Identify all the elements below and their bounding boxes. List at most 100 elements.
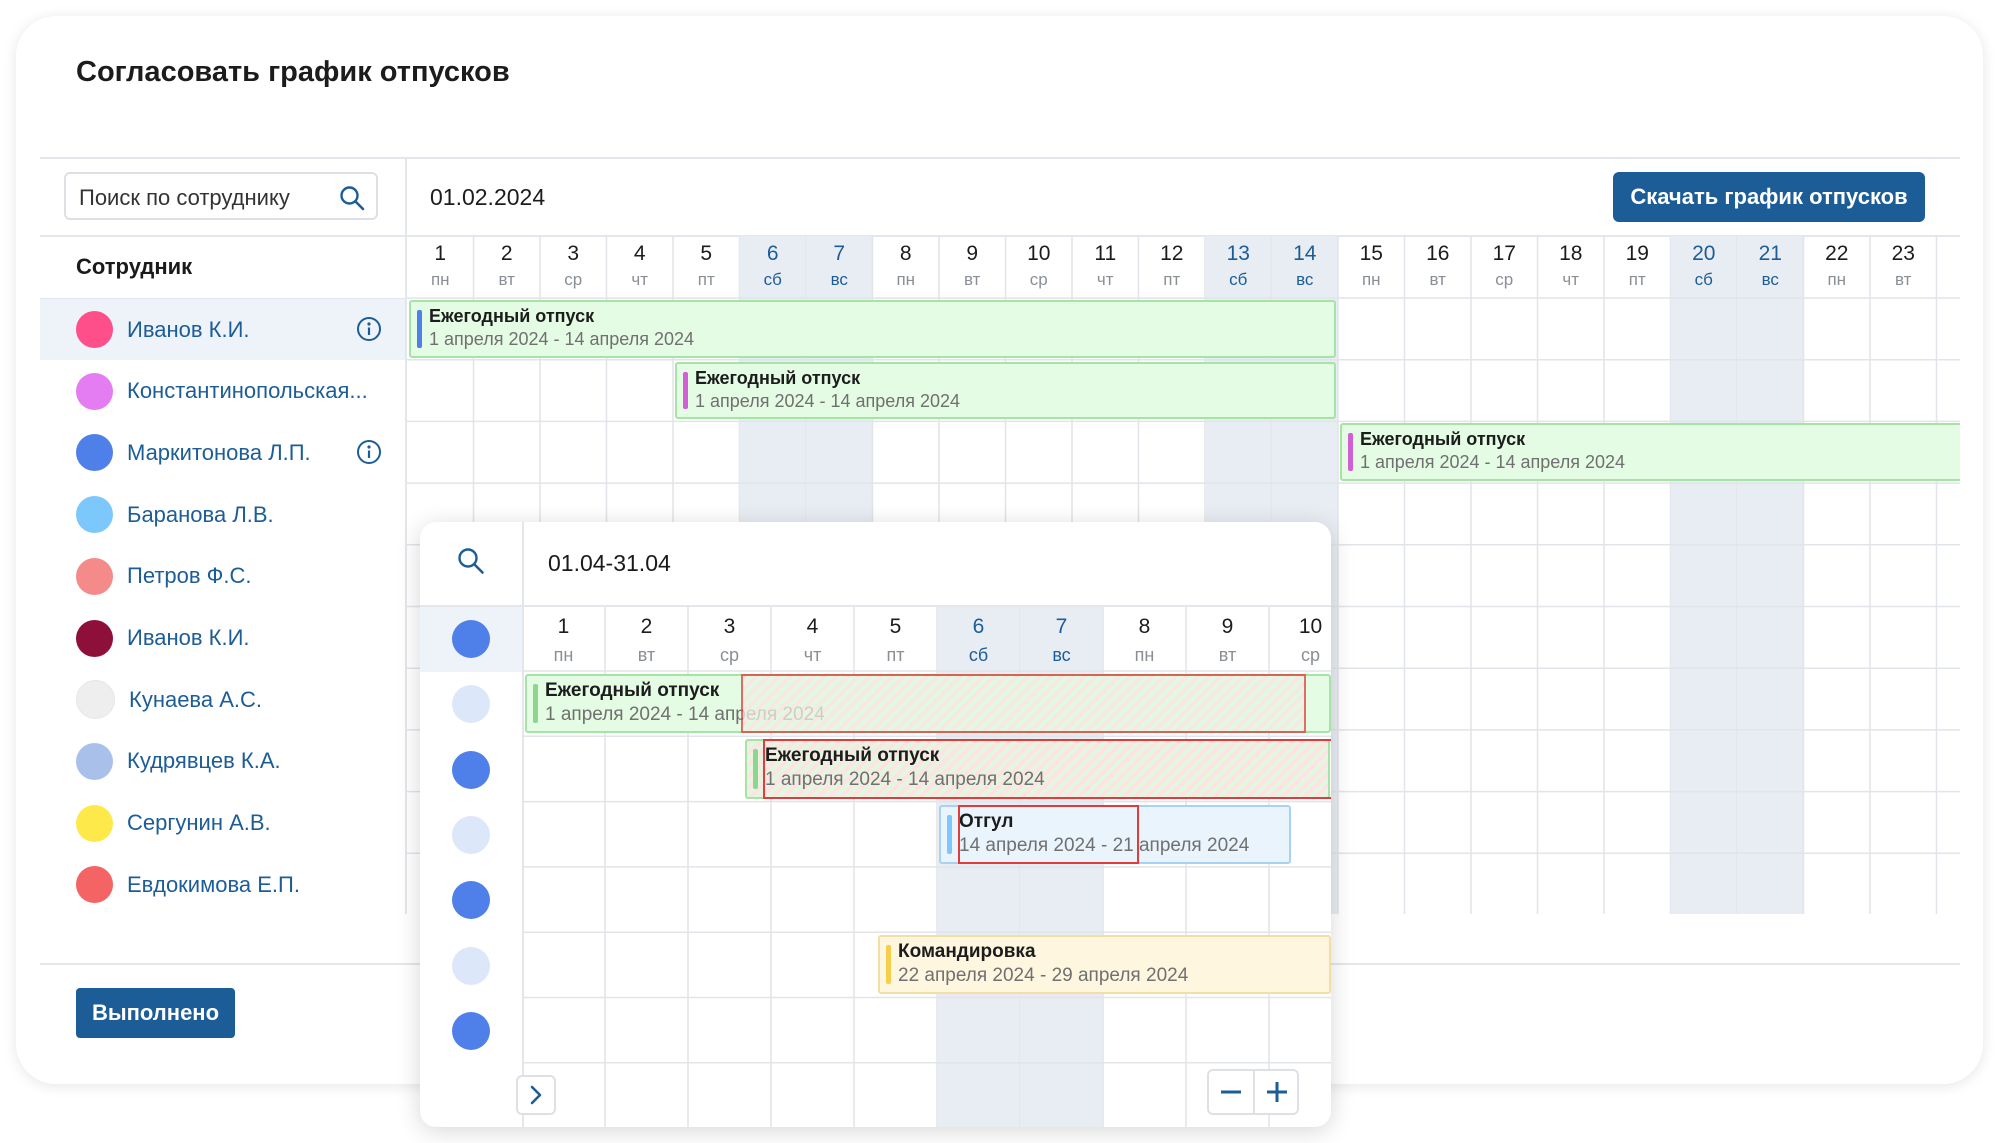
day-header: 16 вт <box>1405 236 1472 296</box>
day-number: 17 <box>1492 242 1516 265</box>
weekday-label: чт <box>1096 270 1114 289</box>
day-header: 3 ср <box>688 607 771 671</box>
day-header: 2 вт <box>605 607 688 671</box>
popup-grid: 1 пн 2 вт 3 ср 4 чт 5 пт 6 сб 7 вс 8 пн 9 вт 10 ср Ежегодный… <box>522 607 1331 1127</box>
employee-row[interactable]: Петров Ф.С. <box>40 546 405 607</box>
weekday-label: вт <box>1895 270 1912 289</box>
popup-avatar[interactable] <box>452 685 490 724</box>
event-accent <box>753 749 758 789</box>
day-number: 19 <box>1625 242 1649 265</box>
employee-row[interactable]: Иванов К.И. <box>40 299 405 360</box>
day-header: 20 сб <box>1671 236 1738 296</box>
day-header: 15 пн <box>1338 236 1405 296</box>
employee-name[interactable]: Сергунин А.В. <box>127 810 271 836</box>
weekday-label: вс <box>1761 270 1779 289</box>
employee-name[interactable]: Константинопольская... <box>127 378 368 404</box>
search-icon[interactable] <box>338 184 366 217</box>
business-trip-bar[interactable]: Командировка 22 апреля 2024 - 29 апреля 2… <box>878 935 1331 995</box>
info-icon[interactable] <box>356 439 382 470</box>
employee-color-dot <box>76 496 113 534</box>
day-number: 21 <box>1758 242 1782 265</box>
day-header: 18 чт <box>1538 236 1605 296</box>
minus-icon <box>1221 1090 1241 1094</box>
employee-row[interactable]: Баранова Л.В. <box>40 484 405 545</box>
download-schedule-button[interactable]: Скачать график отпусков <box>1613 172 1925 222</box>
day-header: 23 вт <box>1870 236 1937 296</box>
zoom-in-button[interactable] <box>1255 1071 1299 1113</box>
employee-search[interactable]: Поиск по сотруднику <box>64 172 378 220</box>
weekday-label: пн <box>1134 645 1155 665</box>
popup-date-range: 01.04-31.04 <box>548 550 671 576</box>
event-title: Ежегодный отпуск <box>695 367 861 388</box>
employee-row[interactable]: Маркитонова Л.П. <box>40 422 405 483</box>
employee-row[interactable]: Иванов К.И. <box>40 608 405 669</box>
employee-row[interactable]: Сергунин А.В. <box>40 793 405 854</box>
weekday-label: пт <box>697 270 715 289</box>
popup-avatar[interactable] <box>452 815 490 854</box>
popup-avatar[interactable] <box>452 1011 490 1050</box>
info-icon[interactable] <box>356 316 382 347</box>
day-header: 8 пн <box>1103 607 1186 671</box>
popup-avatar[interactable] <box>452 946 490 985</box>
weekday-label: пн <box>1361 270 1381 289</box>
popup-avatar[interactable] <box>452 750 490 789</box>
event-dates: 1 апреля 2024 - 14 апреля 2024 <box>695 390 960 411</box>
employee-row[interactable]: Константинопольская... <box>40 361 405 422</box>
weekday-label: вс <box>1052 645 1071 665</box>
day-number: 1 <box>434 242 447 265</box>
zoom-out-button[interactable] <box>1209 1071 1253 1113</box>
day-header: 10 ср <box>1269 607 1331 671</box>
day-header: 12 пт <box>1139 236 1206 296</box>
day-header: 22 пн <box>1804 236 1871 296</box>
weekday-label: ср <box>1300 645 1320 665</box>
vacation-bar[interactable]: Ежегодный отпуск 1 апреля 2024 - 14 апрел… <box>675 361 1336 420</box>
employee-color-dot <box>76 372 113 410</box>
day-number: 16 <box>1426 242 1450 265</box>
employee-name[interactable]: Евдокимова Е.П. <box>127 872 300 898</box>
employee-column-header: Сотрудник <box>76 254 193 279</box>
event-title: Ежегодный отпуск <box>545 680 720 701</box>
day-number: 2 <box>500 242 513 265</box>
employee-row[interactable]: Кудрявцев К.А. <box>40 731 405 792</box>
day-number: 2 <box>640 615 653 638</box>
day-header: 6 сб <box>937 607 1020 671</box>
employee-row[interactable]: Евдокимова Е.П. <box>40 854 405 915</box>
weekday-label: ср <box>719 645 739 665</box>
employee-name[interactable]: Кунаева А.С. <box>129 687 262 713</box>
current-date: 01.02.2024 <box>430 184 546 210</box>
event-dates: 22 апреля 2024 - 29 апреля 2024 <box>898 965 1189 987</box>
day-number: 5 <box>700 242 713 265</box>
popup-search-icon[interactable] <box>456 546 486 581</box>
employee-name[interactable]: Иванов К.И. <box>127 625 250 651</box>
employee-name[interactable]: Петров Ф.С. <box>127 563 252 589</box>
employee-name[interactable]: Иванов К.И. <box>127 317 250 343</box>
weekday-label: пн <box>1827 270 1847 289</box>
employee-name[interactable]: Баранова Л.В. <box>127 502 274 528</box>
day-header: 4 чт <box>771 607 854 671</box>
day-number: 9 <box>966 242 979 265</box>
day-number: 11 <box>1094 242 1117 265</box>
vacation-bar[interactable]: Ежегодный отпуск 1 апреля 2024 - 14 апрел… <box>409 300 1336 358</box>
day-number: 5 <box>889 615 902 638</box>
weekday-label: чт <box>803 645 822 665</box>
day-number: 4 <box>633 242 646 265</box>
popup-avatar[interactable] <box>452 881 490 920</box>
weekday-label: вт <box>1429 270 1446 289</box>
employee-color-dot <box>76 619 113 657</box>
expand-button[interactable] <box>516 1075 556 1115</box>
day-number: 18 <box>1559 242 1583 265</box>
employee-name[interactable]: Маркитонова Л.П. <box>127 440 311 466</box>
done-button[interactable]: Выполнено <box>76 988 235 1038</box>
vacation-bar[interactable]: Ежегодный отпуск 1 апреля 2024 - 14 апрел… <box>1340 423 1960 482</box>
employee-row[interactable]: Кунаева А.С. <box>40 669 405 730</box>
weekday-label: с <box>1937 270 1961 290</box>
weekday-label: пн <box>896 270 916 289</box>
search-placeholder: Поиск по сотруднику <box>79 185 290 210</box>
popup-avatar[interactable] <box>452 620 490 658</box>
day-number: 20 <box>1692 242 1716 265</box>
day-number: 9 <box>1221 615 1234 638</box>
day-header: 5 пт <box>673 236 740 296</box>
day-number: 3 <box>567 242 580 265</box>
employee-name[interactable]: Кудрявцев К.А. <box>127 748 281 774</box>
weekday-label: ср <box>564 270 583 289</box>
